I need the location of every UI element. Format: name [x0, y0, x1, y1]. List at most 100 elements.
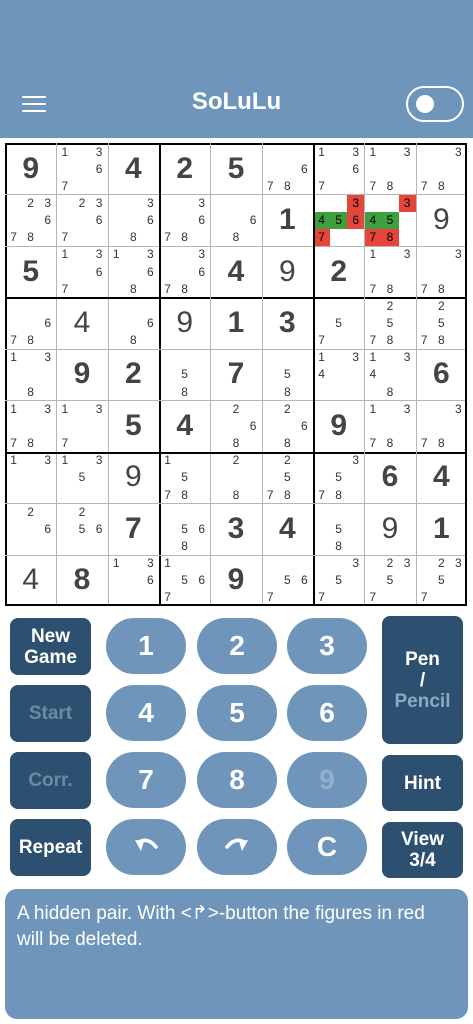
- cell-r9c7[interactable]: 357: [313, 555, 364, 606]
- cell-r4c2[interactable]: 4: [56, 297, 107, 348]
- cell-r8c8[interactable]: 9: [364, 503, 415, 554]
- cell-r7c2[interactable]: 1 35: [56, 452, 107, 503]
- cell-r7c1[interactable]: 13: [5, 452, 56, 503]
- number-8-button[interactable]: 8: [197, 752, 277, 808]
- number-9-button[interactable]: 9: [287, 752, 367, 808]
- cell-r4c4[interactable]: 9: [159, 297, 210, 348]
- cell-r1c9[interactable]: 378: [416, 143, 467, 194]
- cell-r5c9[interactable]: 6: [416, 349, 467, 400]
- clear-button[interactable]: C: [287, 819, 367, 875]
- cell-r2c5[interactable]: 68: [210, 194, 261, 245]
- cell-r6c1[interactable]: 1 3 78: [5, 400, 56, 451]
- number-6-button[interactable]: 6: [287, 685, 367, 741]
- cell-r7c4[interactable]: 1578: [159, 452, 210, 503]
- cell-r7c9[interactable]: 4: [416, 452, 467, 503]
- cell-r2c9[interactable]: 9: [416, 194, 467, 245]
- cell-r3c7[interactable]: 2: [313, 246, 364, 297]
- cell-r3c5[interactable]: 4: [210, 246, 261, 297]
- cell-r3c1[interactable]: 5: [5, 246, 56, 297]
- cell-r9c6[interactable]: 567: [262, 555, 313, 606]
- cell-r9c1[interactable]: 4: [5, 555, 56, 606]
- cell-r4c7[interactable]: 57: [313, 297, 364, 348]
- cell-r6c6[interactable]: 268: [262, 400, 313, 451]
- cell-r1c6[interactable]: 6 78: [262, 143, 313, 194]
- cell-r1c8[interactable]: 1 3 78: [364, 143, 415, 194]
- cell-r5c8[interactable]: 1 3 48: [364, 349, 415, 400]
- cell-r7c7[interactable]: 3578: [313, 452, 364, 503]
- cell-r2c4[interactable]: 3 6 78: [159, 194, 210, 245]
- cell-r6c3[interactable]: 5: [108, 400, 159, 451]
- cell-r9c8[interactable]: 2357: [364, 555, 415, 606]
- cell-r7c3[interactable]: 9: [108, 452, 159, 503]
- cell-r1c7[interactable]: 1 3 6 7: [313, 143, 364, 194]
- cell-r9c2[interactable]: 8: [56, 555, 107, 606]
- hint-button[interactable]: Hint: [382, 755, 463, 811]
- cell-r2c3[interactable]: 3 68: [108, 194, 159, 245]
- cell-r5c3[interactable]: 2: [108, 349, 159, 400]
- cell-r8c6[interactable]: 4: [262, 503, 313, 554]
- number-7-button[interactable]: 7: [106, 752, 186, 808]
- correction-button[interactable]: Corr.: [10, 752, 91, 809]
- cell-r8c5[interactable]: 3: [210, 503, 261, 554]
- number-2-button[interactable]: 2: [197, 618, 277, 674]
- cell-r4c8[interactable]: 2 578: [364, 297, 415, 348]
- cell-r4c6[interactable]: 3: [262, 297, 313, 348]
- cell-r3c9[interactable]: 378: [416, 246, 467, 297]
- view-button[interactable]: View 3/4: [382, 822, 463, 878]
- cell-r5c2[interactable]: 9: [56, 349, 107, 400]
- cell-r8c2[interactable]: 2 56: [56, 503, 107, 554]
- cell-r1c4[interactable]: 2: [159, 143, 210, 194]
- cell-r6c8[interactable]: 1 3 78: [364, 400, 415, 451]
- redo-button[interactable]: [197, 819, 277, 875]
- cell-r1c1[interactable]: 9: [5, 143, 56, 194]
- cell-r1c3[interactable]: 4: [108, 143, 159, 194]
- cell-r4c1[interactable]: 6 78: [5, 297, 56, 348]
- cell-r1c2[interactable]: 1 3 6 7: [56, 143, 107, 194]
- cell-r3c6[interactable]: 9: [262, 246, 313, 297]
- cell-r8c3[interactable]: 7: [108, 503, 159, 554]
- cell-r7c8[interactable]: 6: [364, 452, 415, 503]
- cell-r5c7[interactable]: 1 3 4: [313, 349, 364, 400]
- cell-r2c6[interactable]: 1: [262, 194, 313, 245]
- repeat-button[interactable]: Repeat: [10, 819, 91, 876]
- cell-r9c4[interactable]: 1567: [159, 555, 210, 606]
- cell-r9c3[interactable]: 1 3 6: [108, 555, 159, 606]
- cell-r7c5[interactable]: 28: [210, 452, 261, 503]
- cell-r5c1[interactable]: 1 3 8: [5, 349, 56, 400]
- cell-r6c5[interactable]: 268: [210, 400, 261, 451]
- cell-r2c7[interactable]: 34567: [313, 194, 365, 246]
- cell-r5c4[interactable]: 58: [159, 349, 210, 400]
- cell-r6c2[interactable]: 1 3 7: [56, 400, 107, 451]
- number-4-button[interactable]: 4: [106, 685, 186, 741]
- cell-r3c8[interactable]: 1 3 78: [364, 246, 415, 297]
- number-3-button[interactable]: 3: [287, 618, 367, 674]
- cell-r8c9[interactable]: 1: [416, 503, 467, 554]
- cell-r6c4[interactable]: 4: [159, 400, 210, 451]
- cell-r8c7[interactable]: 58: [313, 503, 364, 554]
- undo-button[interactable]: [106, 819, 186, 875]
- cell-r4c3[interactable]: 68: [108, 297, 159, 348]
- number-1-button[interactable]: 1: [106, 618, 186, 674]
- cell-r2c2[interactable]: 23 6 7: [56, 194, 107, 245]
- new-game-button[interactable]: New Game: [10, 618, 91, 675]
- cell-r9c5[interactable]: 9: [210, 555, 261, 606]
- cell-r9c9[interactable]: 2357: [416, 555, 467, 606]
- pen-pencil-button[interactable]: Pen / Pencil: [382, 616, 463, 744]
- cell-r6c9[interactable]: 378: [416, 400, 467, 451]
- number-5-button[interactable]: 5: [197, 685, 277, 741]
- cell-r6c7[interactable]: 9: [313, 400, 364, 451]
- cell-r3c4[interactable]: 3 6 78: [159, 246, 210, 297]
- cell-r8c4[interactable]: 568: [159, 503, 210, 554]
- start-button[interactable]: Start: [10, 685, 91, 742]
- cell-r2c8[interactable]: 34578: [364, 194, 416, 246]
- cell-r3c3[interactable]: 1 3 68: [108, 246, 159, 297]
- cell-r5c5[interactable]: 7: [210, 349, 261, 400]
- cell-r8c1[interactable]: 26: [5, 503, 56, 554]
- cell-r4c5[interactable]: 1: [210, 297, 261, 348]
- cell-r5c6[interactable]: 58: [262, 349, 313, 400]
- cell-r2c1[interactable]: 23 6 78: [5, 194, 56, 245]
- cell-r4c9[interactable]: 2 578: [416, 297, 467, 348]
- cell-r7c6[interactable]: 2 578: [262, 452, 313, 503]
- cell-r1c5[interactable]: 5: [210, 143, 261, 194]
- mode-toggle[interactable]: [406, 86, 464, 122]
